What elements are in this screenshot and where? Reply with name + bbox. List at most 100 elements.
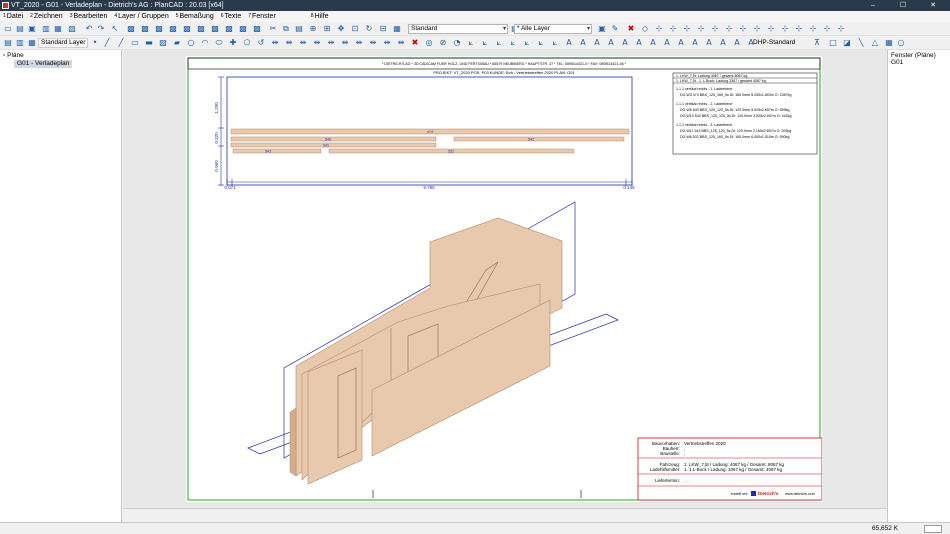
undo-icon[interactable]: ↶ [84, 24, 94, 34]
shape-icon[interactable]: ▰ [172, 38, 182, 48]
text-7-icon[interactable]: A [648, 38, 658, 48]
dim-5-icon[interactable]: ⇹ [326, 38, 336, 48]
all-layers-combo[interactable]: * Alle Layer ▾ [514, 24, 592, 34]
text-9-icon[interactable]: A [676, 38, 686, 48]
menu-texte[interactable]: 6Texte [218, 11, 246, 22]
dim-1-icon[interactable]: ⇹ [270, 38, 280, 48]
rectangle-icon[interactable]: ▭ [130, 38, 140, 48]
polyline-icon[interactable]: ╱ [116, 38, 126, 48]
snap-12-icon[interactable]: ⊹ [794, 24, 804, 34]
plot-icon[interactable]: ▧ [67, 24, 77, 34]
text-10-icon[interactable]: A [690, 38, 700, 48]
tree-root-plaene[interactable]: ▫ Pläne [3, 52, 24, 60]
dim-3-icon[interactable]: ⇹ [298, 38, 308, 48]
angle-2-icon[interactable]: ⟀ [480, 38, 490, 48]
angle-1-icon[interactable]: ⟀ [466, 38, 476, 48]
snap-9-icon[interactable]: ⊹ [752, 24, 762, 34]
polygon-icon[interactable]: ⬠ [242, 38, 252, 48]
redraw-icon[interactable]: ↻ [364, 24, 374, 34]
drawing-canvas[interactable]: * DIETRICH'S AG * 3D CAD/CAM FUER HOLZ- … [123, 50, 887, 508]
rotate-icon[interactable]: ↺ [256, 38, 266, 48]
snap-10-icon[interactable]: ⊹ [766, 24, 776, 34]
angle-4-icon[interactable]: ⟀ [508, 38, 518, 48]
dim-2-icon[interactable]: ⇹ [284, 38, 294, 48]
tree-item-g01[interactable]: G01 - Verladeplan [14, 60, 73, 68]
save-icon[interactable]: ▣ [27, 24, 37, 34]
circle-3-icon[interactable]: ○ [896, 38, 906, 48]
view-3-icon[interactable]: ▩ [154, 24, 164, 34]
close-button[interactable]: ✕ [922, 0, 944, 11]
snap-3-icon[interactable]: ⊹ [668, 24, 678, 34]
text-13-icon[interactable]: A [732, 38, 742, 48]
maximize-button[interactable]: ☐ [892, 0, 914, 11]
view-2-icon[interactable]: ▩ [140, 24, 150, 34]
snap-15-icon[interactable]: ⊹ [836, 24, 846, 34]
triangle-icon[interactable]: △ [870, 38, 880, 48]
text-1-icon[interactable]: A [564, 38, 574, 48]
horizontal-scrollbar[interactable] [123, 508, 887, 522]
menu-bemassung[interactable]: 5Bemaßung [173, 11, 218, 22]
view-10-icon[interactable]: ▩ [252, 24, 262, 34]
print-icon[interactable]: ▥ [41, 24, 51, 34]
dim-6-icon[interactable]: ⇹ [340, 38, 350, 48]
text-6-icon[interactable]: A [634, 38, 644, 48]
arc-2-icon[interactable]: ◔ [452, 38, 462, 48]
preview-icon[interactable]: ▦ [53, 24, 63, 34]
angle-6-icon[interactable]: ⟀ [536, 38, 546, 48]
cut-icon[interactable]: ✂ [268, 24, 278, 34]
dim-10-icon[interactable]: ⇹ [396, 38, 406, 48]
hatch-icon[interactable]: ▨ [158, 38, 168, 48]
minimize-button[interactable]: – [862, 0, 884, 11]
view-4-icon[interactable]: ▩ [168, 24, 178, 34]
copy-icon[interactable]: ⧉ [281, 24, 291, 34]
square-icon[interactable]: □ [828, 38, 838, 48]
zoom-window-icon[interactable]: ⊞ [322, 24, 332, 34]
zoom-all-icon[interactable]: ⊡ [350, 24, 360, 34]
snap-4-icon[interactable]: ⊹ [682, 24, 692, 34]
snap-5-icon[interactable]: ⊹ [696, 24, 706, 34]
text-2-icon[interactable]: A [578, 38, 588, 48]
snap-6-icon[interactable]: ⊹ [710, 24, 720, 34]
angle-5-icon[interactable]: ⟀ [522, 38, 532, 48]
new-file-icon[interactable]: ▭ [3, 24, 13, 34]
text-4-icon[interactable]: A [606, 38, 616, 48]
dim-7-icon[interactable]: ⇹ [354, 38, 364, 48]
circle-icon[interactable]: ○ [186, 38, 196, 48]
snap-14-icon[interactable]: ⊹ [822, 24, 832, 34]
delete-icon[interactable]: ✖ [626, 24, 636, 34]
layer-icon[interactable]: ▦ [392, 24, 402, 34]
dim-8-icon[interactable]: ⇹ [368, 38, 378, 48]
zoom-prev-icon[interactable]: ⊟ [378, 24, 388, 34]
view-9-icon[interactable]: ▩ [238, 24, 248, 34]
text-12-icon[interactable]: A [718, 38, 728, 48]
menu-zeichnen[interactable]: 2Zeichnen [27, 11, 67, 22]
snap-13-icon[interactable]: ⊹ [808, 24, 818, 34]
circle-2-icon[interactable]: ◎ [424, 38, 434, 48]
snap-8-icon[interactable]: ⊹ [738, 24, 748, 34]
expand-icon[interactable]: ▫ [3, 52, 5, 59]
dim-9-icon[interactable]: ⇹ [382, 38, 392, 48]
point-icon[interactable]: • [90, 38, 100, 48]
paste-icon[interactable]: ▤ [294, 24, 304, 34]
layer-combo[interactable]: Standard ▾ [408, 24, 508, 34]
text-5-icon[interactable]: A [620, 38, 630, 48]
snap-2-icon[interactable]: ⊹ [654, 24, 664, 34]
grid-icon[interactable]: ▦ [884, 38, 894, 48]
dim-delete-icon[interactable]: ✖ [410, 38, 420, 48]
menu-layer-gruppen[interactable]: 4Layer / Gruppen [111, 11, 172, 22]
angle-7-icon[interactable]: ⟀ [550, 38, 560, 48]
dimension-style-label[interactable]: DHP-Standard [753, 38, 795, 48]
view-7-icon[interactable]: ▩ [210, 24, 220, 34]
layer-manager-icon[interactable]: ▥ [15, 38, 25, 48]
layer-settings-icon[interactable]: ▣ [597, 24, 607, 34]
snap-11-icon[interactable]: ⊹ [780, 24, 790, 34]
view-6-icon[interactable]: ▩ [196, 24, 206, 34]
ellipse-icon[interactable]: ⬭ [214, 38, 224, 48]
angle-3-icon[interactable]: ⟀ [494, 38, 504, 48]
pan-icon[interactable]: ✥ [336, 24, 346, 34]
snap-7-icon[interactable]: ⊹ [724, 24, 734, 34]
view-5-icon[interactable]: ▩ [182, 24, 192, 34]
layer-props-icon[interactable]: ▦ [27, 38, 37, 48]
standard-layer-combo[interactable]: Standard Layer [38, 38, 88, 48]
slash-square-icon[interactable]: ◪ [842, 38, 852, 48]
